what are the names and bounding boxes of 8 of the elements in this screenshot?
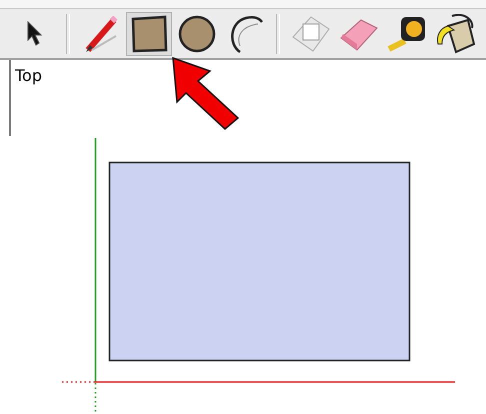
pencil-icon xyxy=(84,16,118,52)
circle-icon xyxy=(178,14,216,52)
paint-bucket-icon xyxy=(434,14,476,54)
rectangle-tool-button[interactable] xyxy=(126,12,172,56)
tape-measure-icon xyxy=(387,14,427,52)
box-icon xyxy=(291,14,331,52)
arrow-cursor-icon xyxy=(27,20,43,46)
view-label: Top xyxy=(15,66,42,85)
